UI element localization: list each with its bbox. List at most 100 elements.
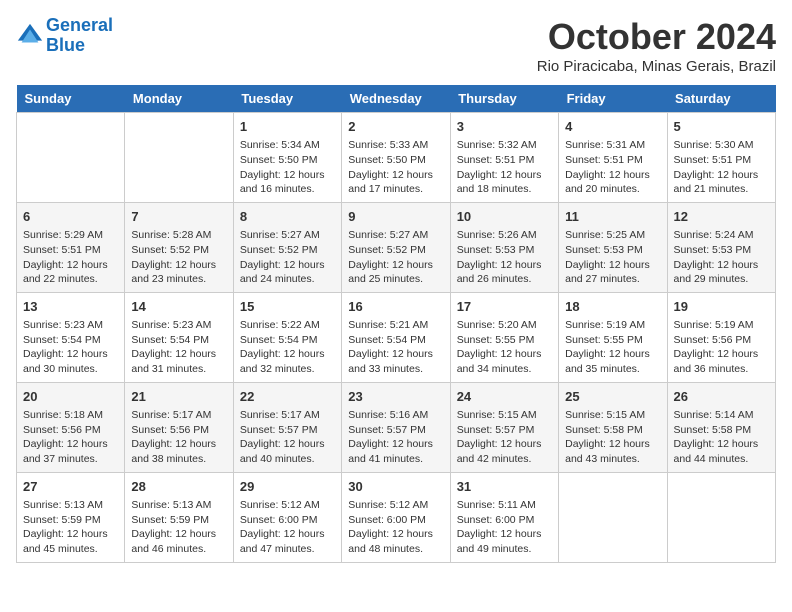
calendar-header-row: SundayMondayTuesdayWednesdayThursdayFrid… [17, 85, 776, 113]
day-cell-16: 16Sunrise: 5:21 AM Sunset: 5:54 PM Dayli… [342, 292, 450, 382]
day-number: 17 [457, 298, 552, 316]
day-number: 23 [348, 388, 443, 406]
empty-cell [17, 113, 125, 203]
week-row-5: 27 Sunrise: 5:13 AM Sunset: 5:59 PM Dayli… [17, 472, 776, 562]
logo-text: General Blue [46, 16, 113, 56]
day-info: Sunrise: 5:16 AM Sunset: 5:57 PM Dayligh… [348, 408, 443, 467]
day-number: 29 [240, 478, 335, 496]
day-number: 16 [348, 298, 443, 316]
day-info: Sunrise: 5:34 AM Sunset: 5:50 PM Dayligh… [240, 138, 335, 197]
day-cell-27: 27 Sunrise: 5:13 AM Sunset: 5:59 PM Dayli… [17, 472, 125, 562]
day-number: 8 [240, 208, 335, 226]
day-number: 2 [348, 118, 443, 136]
day-number: 27 [23, 478, 118, 496]
day-number: 9 [348, 208, 443, 226]
day-number: 14 [131, 298, 226, 316]
day-info: Sunrise: 5:24 AM Sunset: 5:53 PM Dayligh… [674, 228, 769, 287]
day-info: Sunrise: 5:23 AM Sunset: 5:54 PM Dayligh… [23, 318, 118, 377]
day-cell-23: 23 Sunrise: 5:16 AM Sunset: 5:57 PM Dayli… [342, 382, 450, 472]
day-cell-30: 30 Sunrise: 5:12 AM Sunset: 6:00 PM Dayli… [342, 472, 450, 562]
day-number: 3 [457, 118, 552, 136]
month-title: October 2024 [537, 16, 776, 58]
day-info: Sunrise: 5:32 AM Sunset: 5:51 PM Dayligh… [457, 138, 552, 197]
day-number: 10 [457, 208, 552, 226]
day-cell-31: 31 Sunrise: 5:11 AM Sunset: 6:00 PM Dayli… [450, 472, 558, 562]
day-number: 6 [23, 208, 118, 226]
week-row-3: 13 Sunrise: 5:23 AM Sunset: 5:54 PM Dayli… [17, 292, 776, 382]
day-number: 7 [131, 208, 226, 226]
day-info: Sunrise: 5:12 AM Sunset: 6:00 PM Dayligh… [240, 498, 335, 557]
day-info: Sunrise: 5:20 AM Sunset: 5:55 PM Dayligh… [457, 318, 552, 377]
day-cell-21: 21Sunrise: 5:17 AM Sunset: 5:56 PM Dayli… [125, 382, 233, 472]
empty-cell [559, 472, 667, 562]
day-header-wednesday: Wednesday [342, 85, 450, 113]
logo-general: General [46, 15, 113, 35]
day-number: 22 [240, 388, 335, 406]
day-number: 21 [131, 388, 226, 406]
day-cell-10: 10 Sunrise: 5:26 AM Sunset: 5:53 PM Dayli… [450, 202, 558, 292]
day-cell-6: 6 Sunrise: 5:29 AM Sunset: 5:51 PM Daylig… [17, 202, 125, 292]
day-number: 20 [23, 388, 118, 406]
day-header-sunday: Sunday [17, 85, 125, 113]
day-info: Sunrise: 5:12 AM Sunset: 6:00 PM Dayligh… [348, 498, 443, 557]
day-info: Sunrise: 5:13 AM Sunset: 5:59 PM Dayligh… [131, 498, 226, 557]
day-cell-7: 7 Sunrise: 5:28 AM Sunset: 5:52 PM Daylig… [125, 202, 233, 292]
day-cell-2: 2 Sunrise: 5:33 AM Sunset: 5:50 PM Daylig… [342, 113, 450, 203]
day-cell-20: 20 Sunrise: 5:18 AM Sunset: 5:56 PM Dayli… [17, 382, 125, 472]
empty-cell [125, 113, 233, 203]
week-row-4: 20 Sunrise: 5:18 AM Sunset: 5:56 PM Dayli… [17, 382, 776, 472]
day-number: 13 [23, 298, 118, 316]
day-info: Sunrise: 5:27 AM Sunset: 5:52 PM Dayligh… [240, 228, 335, 287]
day-cell-4: 4Sunrise: 5:31 AM Sunset: 5:51 PM Daylig… [559, 113, 667, 203]
day-number: 4 [565, 118, 660, 136]
page-header: General Blue October 2024 Rio Piracicaba… [16, 16, 776, 75]
day-cell-17: 17 Sunrise: 5:20 AM Sunset: 5:55 PM Dayli… [450, 292, 558, 382]
day-number: 12 [674, 208, 769, 226]
day-info: Sunrise: 5:22 AM Sunset: 5:54 PM Dayligh… [240, 318, 335, 377]
day-info: Sunrise: 5:29 AM Sunset: 5:51 PM Dayligh… [23, 228, 118, 287]
day-info: Sunrise: 5:19 AM Sunset: 5:55 PM Dayligh… [565, 318, 660, 377]
day-cell-11: 11Sunrise: 5:25 AM Sunset: 5:53 PM Dayli… [559, 202, 667, 292]
day-number: 26 [674, 388, 769, 406]
day-info: Sunrise: 5:28 AM Sunset: 5:52 PM Dayligh… [131, 228, 226, 287]
day-number: 18 [565, 298, 660, 316]
week-row-2: 6 Sunrise: 5:29 AM Sunset: 5:51 PM Daylig… [17, 202, 776, 292]
day-cell-29: 29 Sunrise: 5:12 AM Sunset: 6:00 PM Dayli… [233, 472, 341, 562]
day-cell-13: 13 Sunrise: 5:23 AM Sunset: 5:54 PM Dayli… [17, 292, 125, 382]
day-info: Sunrise: 5:30 AM Sunset: 5:51 PM Dayligh… [674, 138, 769, 197]
day-info: Sunrise: 5:19 AM Sunset: 5:56 PM Dayligh… [674, 318, 769, 377]
day-info: Sunrise: 5:18 AM Sunset: 5:56 PM Dayligh… [23, 408, 118, 467]
day-info: Sunrise: 5:25 AM Sunset: 5:53 PM Dayligh… [565, 228, 660, 287]
day-number: 5 [674, 118, 769, 136]
day-info: Sunrise: 5:33 AM Sunset: 5:50 PM Dayligh… [348, 138, 443, 197]
day-header-tuesday: Tuesday [233, 85, 341, 113]
day-cell-5: 5 Sunrise: 5:30 AM Sunset: 5:51 PM Daylig… [667, 113, 775, 203]
day-number: 30 [348, 478, 443, 496]
day-number: 25 [565, 388, 660, 406]
calendar-table: SundayMondayTuesdayWednesdayThursdayFrid… [16, 85, 776, 563]
day-info: Sunrise: 5:11 AM Sunset: 6:00 PM Dayligh… [457, 498, 552, 557]
day-header-friday: Friday [559, 85, 667, 113]
title-section: October 2024 Rio Piracicaba, Minas Gerai… [537, 16, 776, 75]
day-info: Sunrise: 5:15 AM Sunset: 5:57 PM Dayligh… [457, 408, 552, 467]
logo-icon [16, 22, 44, 50]
day-cell-12: 12 Sunrise: 5:24 AM Sunset: 5:53 PM Dayli… [667, 202, 775, 292]
day-info: Sunrise: 5:27 AM Sunset: 5:52 PM Dayligh… [348, 228, 443, 287]
day-header-saturday: Saturday [667, 85, 775, 113]
day-number: 28 [131, 478, 226, 496]
day-cell-15: 15Sunrise: 5:22 AM Sunset: 5:54 PM Dayli… [233, 292, 341, 382]
day-cell-9: 9 Sunrise: 5:27 AM Sunset: 5:52 PM Daylig… [342, 202, 450, 292]
day-number: 31 [457, 478, 552, 496]
day-info: Sunrise: 5:13 AM Sunset: 5:59 PM Dayligh… [23, 498, 118, 557]
day-cell-14: 14Sunrise: 5:23 AM Sunset: 5:54 PM Dayli… [125, 292, 233, 382]
day-number: 19 [674, 298, 769, 316]
day-header-monday: Monday [125, 85, 233, 113]
day-cell-24: 24 Sunrise: 5:15 AM Sunset: 5:57 PM Dayli… [450, 382, 558, 472]
logo: General Blue [16, 16, 113, 56]
day-number: 24 [457, 388, 552, 406]
day-cell-25: 25Sunrise: 5:15 AM Sunset: 5:58 PM Dayli… [559, 382, 667, 472]
day-cell-26: 26Sunrise: 5:14 AM Sunset: 5:58 PM Dayli… [667, 382, 775, 472]
day-info: Sunrise: 5:17 AM Sunset: 5:57 PM Dayligh… [240, 408, 335, 467]
day-info: Sunrise: 5:26 AM Sunset: 5:53 PM Dayligh… [457, 228, 552, 287]
day-cell-28: 28 Sunrise: 5:13 AM Sunset: 5:59 PM Dayli… [125, 472, 233, 562]
